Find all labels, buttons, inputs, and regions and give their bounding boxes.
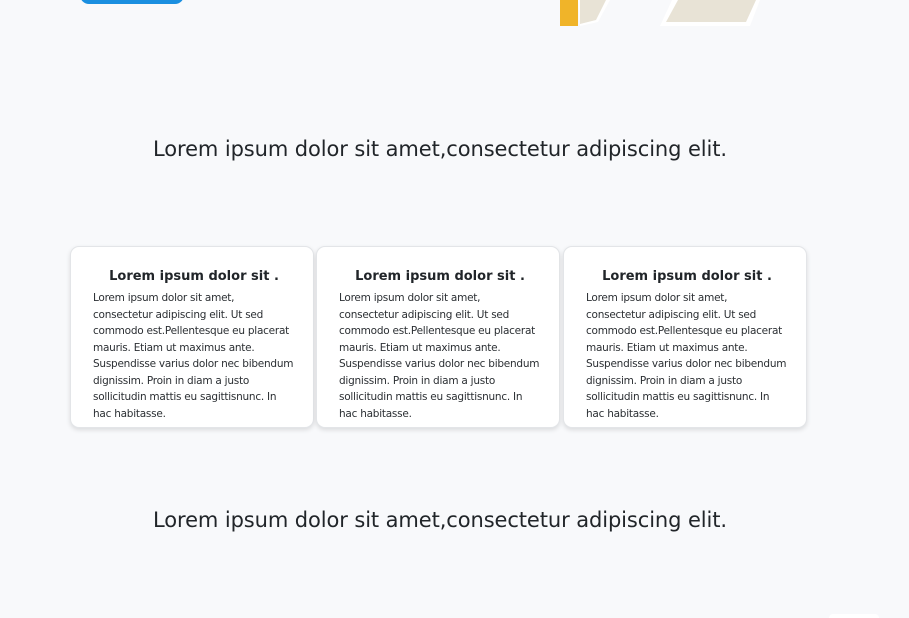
illustration-beige-book <box>666 0 756 22</box>
page: Lorem ipsum dolor sit amet,consectetur a… <box>0 0 909 618</box>
feature-card: Lorem ipsum dolor sit . Lorem ipsum dolo… <box>563 246 807 428</box>
card-body: Lorem ipsum dolor sit amet, consectetur … <box>339 292 540 420</box>
card-body: Lorem ipsum dolor sit amet, consectetur … <box>586 292 787 420</box>
section-heading-top: Lorem ipsum dolor sit amet,consectetur a… <box>153 137 727 161</box>
feature-card: Lorem ipsum dolor sit . Lorem ipsum dolo… <box>70 246 314 428</box>
bottom-decoration <box>829 614 879 618</box>
book-illustration <box>560 0 760 26</box>
feature-cards: Lorem ipsum dolor sit . Lorem ipsum dolo… <box>70 246 810 430</box>
top-cta-button[interactable] <box>80 0 184 4</box>
card-body: Lorem ipsum dolor sit amet, consectetur … <box>93 292 294 420</box>
feature-card: Lorem ipsum dolor sit . Lorem ipsum dolo… <box>316 246 560 428</box>
card-title: Lorem ipsum dolor sit . <box>355 269 525 284</box>
card-title: Lorem ipsum dolor sit . <box>109 269 279 284</box>
section-heading-bottom: Lorem ipsum dolor sit amet,consectetur a… <box>153 508 727 532</box>
card-title: Lorem ipsum dolor sit . <box>602 269 772 284</box>
illustration-yellow-block <box>560 0 578 26</box>
